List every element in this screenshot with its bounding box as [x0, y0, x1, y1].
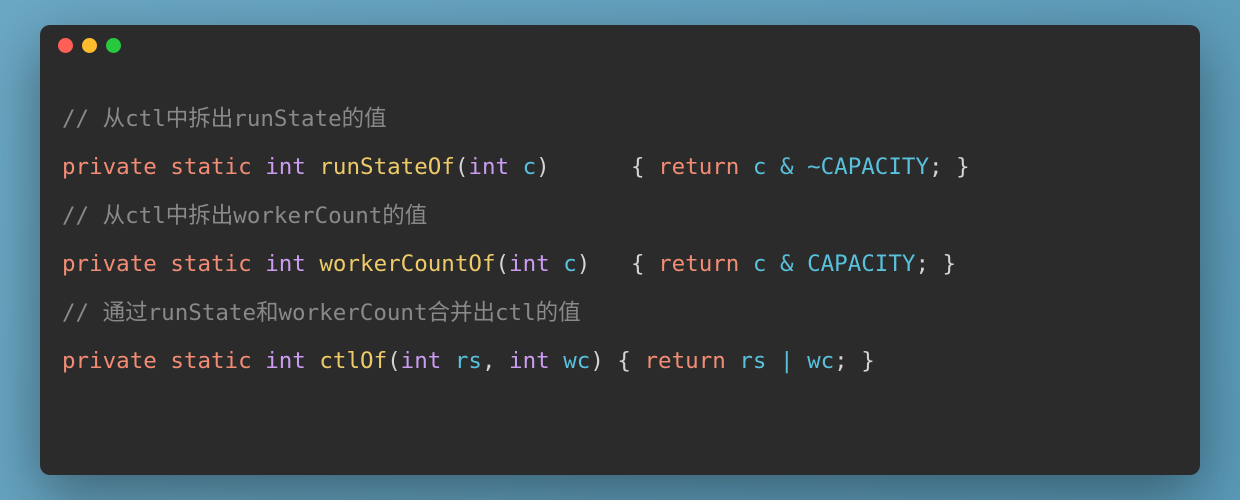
code-window: // 从ctl中拆出runState的值 private static int … — [40, 25, 1200, 475]
keyword-private: private — [62, 348, 157, 374]
method-name: ctlOf — [319, 348, 387, 374]
comma: , — [482, 348, 496, 374]
var: wc — [807, 348, 834, 374]
param-name: rs — [455, 348, 482, 374]
method-name: workerCountOf — [319, 251, 495, 277]
paren-open: ( — [387, 348, 401, 374]
padding — [590, 251, 617, 277]
comment-line: // 从ctl中拆出workerCount的值 — [62, 203, 427, 229]
param-type: int — [468, 154, 509, 180]
maximize-icon[interactable] — [106, 38, 121, 53]
semicolon: ; — [834, 348, 848, 374]
type-int: int — [265, 154, 306, 180]
comment-line: // 从ctl中拆出runState的值 — [62, 106, 387, 132]
type-int: int — [265, 251, 306, 277]
brace-open: { — [631, 251, 645, 277]
constant: CAPACITY — [821, 154, 929, 180]
minimize-icon[interactable] — [82, 38, 97, 53]
keyword-return: return — [645, 348, 726, 374]
keyword-static: static — [170, 154, 251, 180]
paren-close: ) — [536, 154, 550, 180]
close-icon[interactable] — [58, 38, 73, 53]
brace-close: } — [861, 348, 875, 374]
code-line: private static int ctlOf(int rs, int wc)… — [62, 348, 875, 374]
operator: & — [780, 154, 794, 180]
keyword-private: private — [62, 251, 157, 277]
brace-close: } — [943, 251, 957, 277]
operator-prefix: ~ — [807, 154, 821, 180]
code-line: private static int runStateOf(int c) { r… — [62, 154, 970, 180]
param-name: c — [523, 154, 537, 180]
brace-close: } — [956, 154, 970, 180]
padding — [550, 154, 618, 180]
param-name: c — [563, 251, 577, 277]
paren-close: ) — [590, 348, 604, 374]
code-line: private static int workerCountOf(int c) … — [62, 251, 956, 277]
brace-open: { — [631, 154, 645, 180]
keyword-return: return — [658, 251, 739, 277]
param-type: int — [509, 348, 550, 374]
operator: | — [780, 348, 794, 374]
type-int: int — [265, 348, 306, 374]
keyword-static: static — [170, 348, 251, 374]
method-name: runStateOf — [319, 154, 454, 180]
semicolon: ; — [929, 154, 943, 180]
paren-open: ( — [455, 154, 469, 180]
constant: CAPACITY — [807, 251, 915, 277]
keyword-private: private — [62, 154, 157, 180]
window-titlebar — [40, 25, 1200, 65]
param-type: int — [509, 251, 550, 277]
param-name: wc — [563, 348, 590, 374]
param-type: int — [401, 348, 442, 374]
var: c — [753, 251, 767, 277]
var: c — [753, 154, 767, 180]
comment-line: // 通过runState和workerCount合并出ctl的值 — [62, 300, 581, 326]
keyword-return: return — [658, 154, 739, 180]
brace-open: { — [617, 348, 631, 374]
paren-close: ) — [577, 251, 591, 277]
semicolon: ; — [915, 251, 929, 277]
var: rs — [739, 348, 766, 374]
keyword-static: static — [170, 251, 251, 277]
paren-open: ( — [496, 251, 510, 277]
code-content: // 从ctl中拆出runState的值 private static int … — [40, 65, 1200, 415]
operator: & — [780, 251, 794, 277]
